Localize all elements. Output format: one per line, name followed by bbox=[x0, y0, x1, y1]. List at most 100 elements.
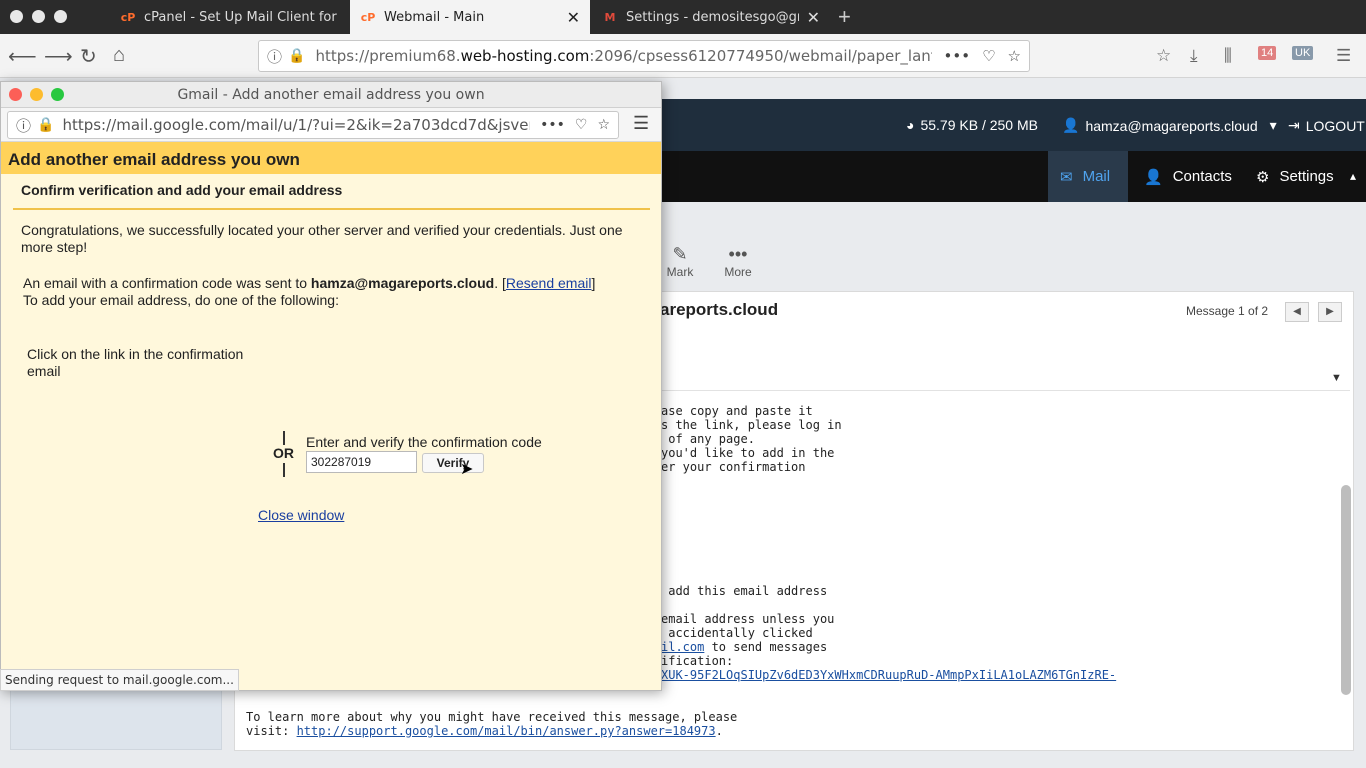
message-body-block-2: add this email address email address unle… bbox=[661, 584, 1116, 682]
lock-icon: 🔒 bbox=[288, 48, 306, 64]
minimize-window-dot[interactable] bbox=[32, 10, 45, 23]
body-line: s the link, please log in bbox=[661, 418, 842, 432]
bracket-close: ] bbox=[591, 275, 596, 291]
download-icon[interactable]: ⤓ bbox=[1190, 46, 1198, 66]
sent-prefix: An email with a confirmation code was se… bbox=[23, 275, 311, 291]
address-bar[interactable]: ⓘ 🔒 https://premium68.web-hosting.com:20… bbox=[258, 40, 1030, 72]
person-icon: 👤 bbox=[1144, 168, 1163, 186]
popup-address-bar[interactable]: ⓘ 🔒 https://mail.google.com/mail/u/1/?ui… bbox=[7, 111, 619, 139]
popup-zoom-dot[interactable] bbox=[51, 88, 64, 101]
nav-contacts[interactable]: 👤 Contacts bbox=[1132, 151, 1244, 202]
pocket-icon[interactable]: ♡ bbox=[575, 117, 588, 133]
email-link[interactable]: il.com bbox=[661, 640, 704, 654]
cpanel-favicon-icon: cP bbox=[360, 10, 376, 24]
instruction-text: To add your email address, do one of the… bbox=[23, 292, 339, 308]
back-icon[interactable]: ⟵ bbox=[8, 44, 37, 69]
tab-gmail-settings[interactable]: M Settings - demositesgo@gmail ✕ bbox=[592, 0, 830, 34]
message-body-block-1: ase copy and paste it s the link, please … bbox=[661, 404, 842, 474]
menu-hamburger-icon[interactable]: ☰ bbox=[633, 113, 649, 134]
message-scrollbar[interactable] bbox=[1341, 485, 1351, 695]
bookmarks-icon[interactable]: ☆ bbox=[1156, 46, 1171, 66]
quota-text: 55.79 KB / 250 MB bbox=[920, 117, 1038, 133]
pie-chart-icon: ◕ bbox=[906, 117, 915, 133]
popup-titlebar: Gmail - Add another email address you ow… bbox=[1, 82, 661, 108]
user-email: hamza@magareports.cloud bbox=[1085, 117, 1258, 134]
info-icon[interactable]: ⓘ bbox=[267, 46, 282, 67]
body-line: accidentally clicked bbox=[661, 626, 813, 640]
close-window-dot[interactable] bbox=[10, 10, 23, 23]
expand-header-icon[interactable]: ▼ bbox=[1331, 372, 1342, 384]
more-dots-icon: ••• bbox=[728, 244, 748, 264]
mark-button[interactable]: ✎ Mark bbox=[660, 244, 700, 279]
body-line: email address unless you bbox=[661, 612, 835, 626]
zoom-window-dot[interactable] bbox=[54, 10, 67, 23]
page-actions-icon[interactable]: ••• bbox=[944, 47, 971, 65]
nav-contacts-label: Contacts bbox=[1172, 168, 1232, 185]
body-text: visit: bbox=[246, 724, 297, 738]
tab-cpanel[interactable]: cP cPanel - Set Up Mail Client for bbox=[110, 0, 350, 34]
popup-urlbar: ⓘ 🔒 https://mail.google.com/mail/u/1/?ui… bbox=[1, 108, 661, 142]
or-divider-top bbox=[283, 431, 285, 445]
tab-label: Settings - demositesgo@gmail bbox=[626, 9, 799, 25]
library-icon[interactable]: ⫼ bbox=[1224, 46, 1232, 66]
body-blank-line bbox=[661, 598, 1116, 612]
body-line: add this email address bbox=[661, 584, 828, 598]
sent-text: An email with a confirmation code was se… bbox=[23, 275, 643, 292]
page-actions-icon[interactable]: ••• bbox=[540, 117, 565, 133]
option-link-text: Click on the link in the confirmation em… bbox=[27, 346, 244, 379]
close-window-link[interactable]: Close window bbox=[258, 507, 344, 523]
more-button[interactable]: ••• More bbox=[718, 244, 758, 279]
url-text: https://premium68.web-hosting.com:2096/c… bbox=[315, 47, 932, 65]
tab-label: cPanel - Set Up Mail Client for bbox=[144, 9, 337, 25]
support-link[interactable]: http://support.google.com/mail/bin/answe… bbox=[297, 724, 716, 738]
logout-button[interactable]: ⇥ LOGOUT bbox=[1288, 117, 1365, 134]
menu-hamburger-icon[interactable]: ☰ bbox=[1336, 46, 1351, 66]
resend-email-link[interactable]: Resend email bbox=[506, 275, 592, 291]
forward-icon[interactable]: ⟶ bbox=[44, 44, 73, 69]
bookmark-star-icon[interactable]: ☆ bbox=[597, 117, 610, 133]
section-title: Confirm verification and add your email … bbox=[21, 182, 343, 198]
body-text: . bbox=[715, 724, 723, 738]
body-line: ification: bbox=[661, 654, 734, 668]
sent-email: hamza@magareports.cloud bbox=[310, 275, 495, 291]
close-tab-icon[interactable]: ✕ bbox=[807, 8, 820, 27]
popup-url-text: https://mail.google.com/mail/u/1/?ui=2&i… bbox=[62, 116, 530, 134]
info-icon[interactable]: ⓘ bbox=[16, 115, 31, 136]
envelope-icon: ✉ bbox=[1060, 168, 1073, 186]
gear-icon: ⚙ bbox=[1256, 168, 1270, 186]
browser-status-bar: Sending request to mail.google.com... bbox=[0, 669, 239, 691]
collapse-icon[interactable]: ▴ bbox=[1350, 169, 1356, 183]
popup-minimize-dot[interactable] bbox=[30, 88, 43, 101]
section-divider bbox=[13, 208, 650, 210]
message-body-block-3: To learn more about why you might have r… bbox=[246, 710, 737, 738]
tab-webmail[interactable]: cP Webmail - Main ✕ bbox=[350, 0, 590, 34]
confirmation-code-input[interactable] bbox=[306, 451, 417, 473]
body-line: er your confirmation bbox=[661, 460, 806, 474]
user-menu[interactable]: 👤 hamza@magareports.cloud ▾ bbox=[1062, 117, 1277, 134]
nav-mail[interactable]: ✉ Mail bbox=[1048, 151, 1128, 202]
popup-close-dot[interactable] bbox=[9, 88, 22, 101]
verification-link[interactable]: XUK-95F2LOqSIUpZv6dED3YxWHxmCDRuupRuD-AM… bbox=[661, 668, 1116, 682]
gmail-popup-window: Gmail - Add another email address you ow… bbox=[0, 81, 662, 691]
body-line: ase copy and paste it bbox=[661, 404, 813, 418]
chevron-down-icon: ▾ bbox=[1269, 117, 1277, 133]
extension-badge-icon[interactable]: 14 bbox=[1258, 46, 1277, 60]
new-tab-icon[interactable]: + bbox=[838, 4, 851, 30]
language-badge-icon[interactable]: UK bbox=[1292, 46, 1314, 60]
pocket-icon[interactable]: ♡ bbox=[982, 47, 995, 65]
or-divider-bottom bbox=[283, 463, 285, 477]
prev-message-button[interactable]: ◀ bbox=[1285, 302, 1309, 322]
folder-panel bbox=[10, 690, 222, 750]
user-icon: 👤 bbox=[1062, 117, 1080, 133]
next-message-button[interactable]: ▶ bbox=[1318, 302, 1342, 322]
reload-icon[interactable]: ↻ bbox=[80, 44, 97, 69]
mouse-cursor-icon: ➤ bbox=[460, 461, 474, 478]
bookmark-star-icon[interactable]: ☆ bbox=[1008, 47, 1021, 65]
more-label: More bbox=[724, 265, 752, 279]
tab-label: Webmail - Main bbox=[384, 9, 485, 25]
lock-icon: 🔒 bbox=[37, 117, 55, 133]
close-tab-icon[interactable]: ✕ bbox=[567, 8, 580, 27]
verify-button[interactable]: Verify bbox=[422, 453, 484, 473]
nav-settings[interactable]: ⚙ Settings bbox=[1244, 151, 1346, 202]
home-icon[interactable]: ⌂ bbox=[113, 44, 125, 67]
